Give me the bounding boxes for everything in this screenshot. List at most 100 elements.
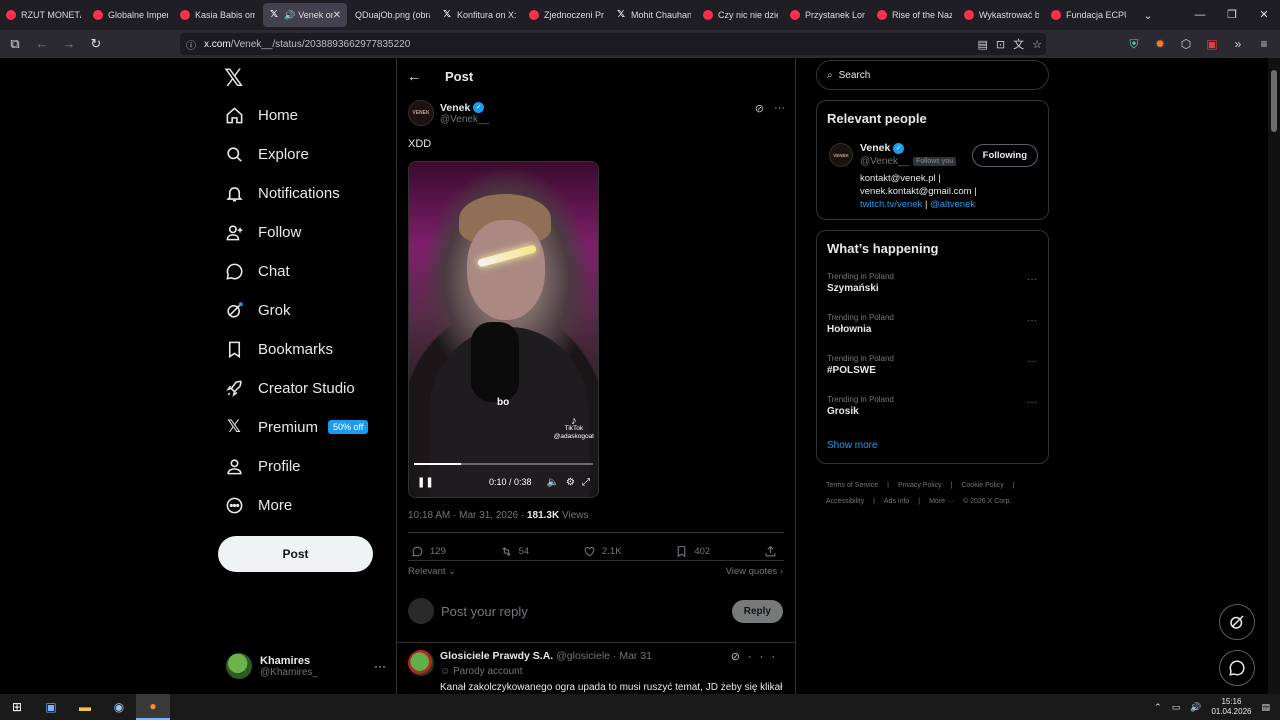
x-logo-icon[interactable]: 𝕏 xyxy=(224,64,243,93)
monitor-app-icon[interactable]: ▣ xyxy=(34,694,68,720)
repost-action[interactable]: 54 xyxy=(500,544,529,558)
footer-link[interactable]: Accessibility xyxy=(826,498,864,505)
bio-mention-link[interactable]: @altvenek xyxy=(930,199,975,210)
more-dots-icon[interactable]: ··· xyxy=(1027,397,1037,408)
fox-extension-icon[interactable]: ✹ xyxy=(1152,37,1168,51)
footer-link[interactable]: Terms of Service xyxy=(826,482,878,489)
screenshot-icon[interactable]: ⊡ xyxy=(996,38,1005,51)
windows-start-icon[interactable]: ⊞ xyxy=(0,694,34,720)
browser-tab[interactable]: 𝕏 Konfitura on X: " xyxy=(436,0,523,30)
overflow-chevron-icon[interactable]: » xyxy=(1230,37,1246,51)
tray-chevron-icon[interactable]: ⌃ xyxy=(1154,702,1162,713)
grok-icon[interactable]: ⊘ xyxy=(755,102,764,115)
avatar[interactable]: VENEK xyxy=(829,143,853,167)
browser-tab[interactable]: Zjednoczeni Prze xyxy=(523,0,610,30)
author-handle[interactable]: @Venek__ xyxy=(440,114,489,125)
browser-tab[interactable]: Kasia Babis oma xyxy=(174,0,261,30)
browser-tab[interactable]: Fundacja ECPU P xyxy=(1045,0,1132,30)
video-progress-bar[interactable] xyxy=(414,463,593,465)
volume-icon[interactable]: 🔊 xyxy=(1190,702,1201,713)
more-dots-icon[interactable]: ··· xyxy=(774,102,785,115)
browser-tab[interactable]: Przystanek Lomb xyxy=(784,0,871,30)
browser-tab-active[interactable]: 𝕏 🔊 Venek on ✕ xyxy=(263,3,347,27)
browser-tab[interactable]: Wykastrować be xyxy=(958,0,1045,30)
pause-icon[interactable]: ❚❚ xyxy=(417,477,434,488)
trend-item[interactable]: Trending in Poland Hołownia ··· xyxy=(827,313,1039,335)
bookmark-star-icon[interactable]: ☆ xyxy=(1032,38,1042,51)
nav-item-follow[interactable]: Follow xyxy=(224,217,301,247)
nav-item-creator-studio[interactable]: Creator Studio xyxy=(224,373,355,403)
trend-item[interactable]: Trending in Poland Szymański ··· xyxy=(827,272,1039,294)
shield-extension-icon[interactable]: ⛨ xyxy=(1126,37,1142,52)
network-icon[interactable]: ▭ xyxy=(1172,702,1181,713)
more-dots-icon[interactable]: ··· xyxy=(1027,356,1037,367)
speaker-icon[interactable]: 🔊 xyxy=(284,10,295,21)
footer-link[interactable]: More ··· xyxy=(929,498,954,505)
account-switcher[interactable]: Khamires @Khamires_ ··· xyxy=(226,648,386,684)
menu-icon[interactable]: ≡ xyxy=(1256,37,1272,51)
more-dots-icon[interactable]: ··· xyxy=(1027,274,1037,285)
footer-link[interactable]: Cookie Policy xyxy=(961,482,1003,489)
grok-fab-button[interactable] xyxy=(1219,604,1255,640)
view-quotes-link[interactable]: View quotes › xyxy=(726,566,783,577)
reader-view-icon[interactable]: ▤ xyxy=(978,38,988,51)
reload-icon[interactable]: ↻ xyxy=(84,32,108,56)
notifications-icon[interactable]: ▤ xyxy=(1261,702,1270,713)
reply-author-name[interactable]: Glosiciele Prawdy S.A. xyxy=(440,650,553,662)
minimize-icon[interactable]: — xyxy=(1184,0,1216,30)
nav-item-premium[interactable]: 𝕏 Premium 50% off xyxy=(224,412,369,442)
clock[interactable]: 15:16 01.04.2026 xyxy=(1211,697,1251,717)
site-info-icon[interactable]: ⓘ xyxy=(186,37,198,52)
reply-button[interactable]: Reply xyxy=(731,599,783,623)
nav-item-chat[interactable]: Chat xyxy=(224,256,290,286)
reply-author-handle[interactable]: @glosiciele xyxy=(556,650,610,662)
sort-dropdown[interactable]: Relevant ⌄ xyxy=(408,566,456,577)
footer-link[interactable]: Privacy Policy xyxy=(898,482,942,489)
back-icon[interactable]: ← xyxy=(30,32,54,56)
search-input[interactable]: ⌕ Search xyxy=(816,60,1049,90)
fullscreen-icon[interactable]: ⤢ xyxy=(582,477,590,488)
back-arrow-icon[interactable]: ← xyxy=(407,68,437,84)
firefox-icon[interactable]: ● xyxy=(136,694,170,720)
chat-fab-button[interactable] xyxy=(1219,650,1255,686)
settings-gear-icon[interactable]: ⚙ xyxy=(566,477,575,488)
browser-tab[interactable]: Czy nic nie dziej xyxy=(697,0,784,30)
address-bar[interactable]: ⓘ x.com/Venek__/status/20388936629778352… xyxy=(180,33,1046,55)
close-icon[interactable]: ✕ xyxy=(1248,0,1280,30)
nav-item-profile[interactable]: Profile xyxy=(224,451,301,481)
author-name[interactable]: Venek ✓ xyxy=(440,102,489,114)
more-dots-icon[interactable]: ··· xyxy=(374,659,386,673)
browser-tab[interactable]: RZUT MONETĄ xyxy=(0,0,87,30)
video-player[interactable]: bo ♪ TikTok @adaskogoat ❚❚ 0:10 / 0:38 🔈… xyxy=(408,161,599,498)
share-action[interactable] xyxy=(764,544,783,558)
browser-tab[interactable]: Globalne Imperi xyxy=(87,0,174,30)
avatar[interactable] xyxy=(408,650,434,676)
trend-item[interactable]: Trending in Poland #POLSWE ··· xyxy=(827,354,1039,376)
extensions-icon[interactable]: ⬡ xyxy=(1178,37,1194,51)
close-tab-icon[interactable]: ✕ xyxy=(333,10,341,21)
reply-input[interactable]: Post your reply xyxy=(441,604,528,619)
nav-item-explore[interactable]: Explore xyxy=(224,139,309,169)
sidebar-toggle-icon[interactable]: ⧉ xyxy=(3,32,27,56)
file-explorer-icon[interactable]: ▬ xyxy=(68,694,102,720)
page-scrollbar[interactable] xyxy=(1268,58,1280,694)
browser-tab[interactable]: QDuajOb.png (obraz xyxy=(349,0,436,30)
more-dots-icon[interactable]: ··· xyxy=(1027,315,1037,326)
browser-tab[interactable]: 𝕏 Mohit Chauhan xyxy=(610,0,697,30)
browser-tab[interactable]: Rise of the Nazis xyxy=(871,0,958,30)
person-name[interactable]: Venek ✓ xyxy=(860,142,905,154)
more-dots-icon[interactable]: ··· xyxy=(748,651,783,663)
grok-icon[interactable]: ⊘ xyxy=(731,651,748,663)
restore-icon[interactable]: ❐ xyxy=(1216,0,1248,30)
forward-icon[interactable]: → xyxy=(57,32,81,56)
following-button[interactable]: Following xyxy=(971,144,1038,167)
translate-icon[interactable]: 文 xyxy=(1013,36,1024,52)
addon-badge-icon[interactable]: ▣ xyxy=(1204,37,1220,51)
nav-item-notifications[interactable]: Notifications xyxy=(224,178,340,208)
avatar[interactable]: VENEK xyxy=(408,100,434,126)
bio-link[interactable]: twitch.tv/venek xyxy=(860,199,922,210)
volume-icon[interactable]: 🔈 xyxy=(547,477,559,488)
post-button[interactable]: Post xyxy=(218,536,373,572)
nav-item-home[interactable]: Home xyxy=(224,100,298,130)
bookmark-action[interactable]: 402 xyxy=(675,544,710,558)
